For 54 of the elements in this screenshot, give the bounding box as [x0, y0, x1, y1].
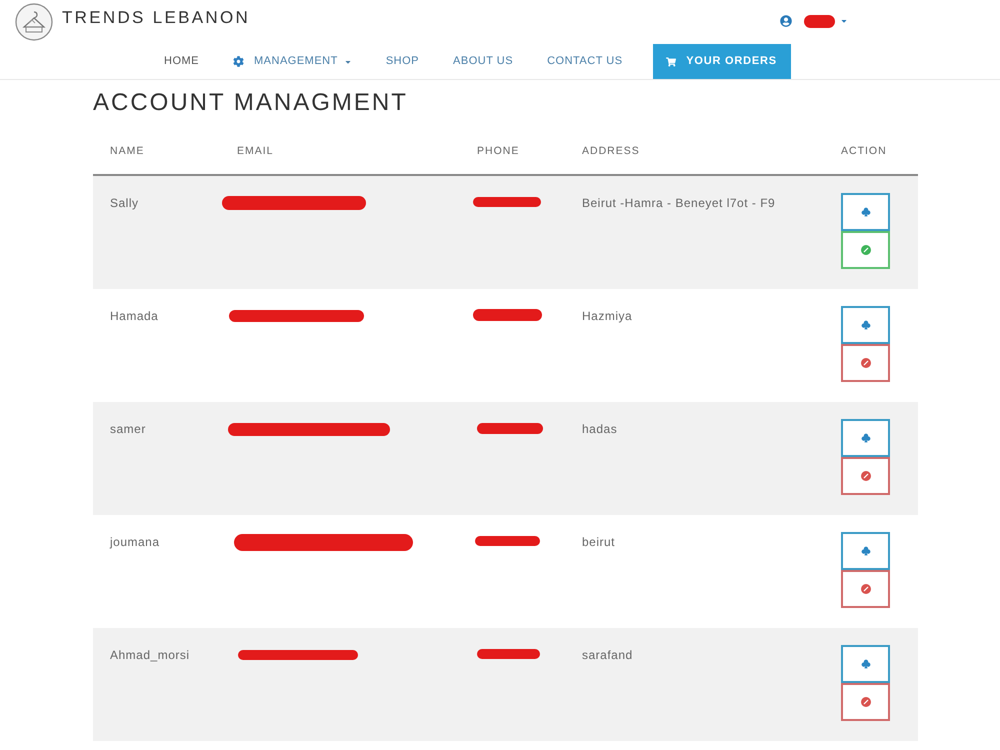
gear-icon: [233, 56, 244, 67]
club-icon: [860, 433, 870, 443]
prohibited-icon: [860, 245, 870, 255]
prohibited-icon: [860, 471, 870, 481]
page-title: ACCOUNT MANAGMENT: [93, 89, 408, 117]
prohibited-icon: [860, 584, 870, 594]
name-cell: samer: [110, 422, 146, 436]
redaction-scribble: [475, 536, 540, 546]
orders-button[interactable]: YOUR ORDERS: [652, 44, 791, 79]
nav-link[interactable]: HOME: [164, 53, 199, 70]
nav-dropdown[interactable]: MANAGEMENT: [233, 53, 352, 70]
nav-link[interactable]: CONTACT US: [547, 53, 623, 70]
name-cell: joumana: [110, 535, 160, 549]
column-header: NAME: [110, 145, 144, 157]
address-cell: beirut: [582, 535, 616, 549]
column-header: ADDRESS: [582, 145, 640, 157]
prohibited-icon: [860, 358, 870, 368]
column-header: PHONE: [477, 145, 520, 157]
redaction-scribble: [473, 197, 541, 207]
caret-icon[interactable]: [840, 17, 848, 25]
address-cell: hadas: [582, 422, 618, 436]
redaction-scribble: [473, 309, 542, 321]
status-button[interactable]: [841, 457, 890, 495]
club-icon: [860, 207, 870, 217]
redaction-scribble: [477, 649, 540, 659]
column-header: ACTION: [841, 145, 887, 157]
name-cell: Ahmad_morsi: [110, 648, 190, 662]
user-icon[interactable]: [780, 15, 792, 27]
brand-title[interactable]: TRENDS LEBANON: [62, 5, 250, 31]
address-cell: sarafand: [582, 648, 633, 662]
status-button[interactable]: [841, 570, 890, 608]
redaction-scribble: [804, 14, 835, 28]
status-button[interactable]: [841, 231, 890, 269]
club-icon: [860, 320, 870, 330]
nav-link[interactable]: ABOUT US: [453, 53, 514, 70]
address-cell: Beirut -Hamra - Beneyet l7ot - F9: [582, 196, 776, 210]
address-cell: Hazmiya: [582, 309, 632, 323]
nav-link[interactable]: SHOP: [386, 53, 420, 70]
club-button[interactable]: [841, 306, 890, 344]
club-icon: [860, 659, 870, 669]
club-button[interactable]: [841, 419, 890, 457]
name-cell: Hamada: [110, 309, 158, 323]
status-button[interactable]: [841, 683, 890, 721]
club-button[interactable]: [841, 645, 890, 683]
column-header: EMAIL: [237, 145, 274, 157]
cart-icon: [666, 56, 676, 66]
prohibited-icon: [860, 697, 870, 707]
redaction-scribble: [477, 422, 543, 434]
club-button[interactable]: [841, 193, 890, 231]
club-icon: [860, 546, 870, 556]
status-button[interactable]: [841, 344, 890, 382]
club-button[interactable]: [841, 532, 890, 570]
logo-icon: [15, 3, 53, 41]
name-cell: Sally: [110, 196, 139, 210]
